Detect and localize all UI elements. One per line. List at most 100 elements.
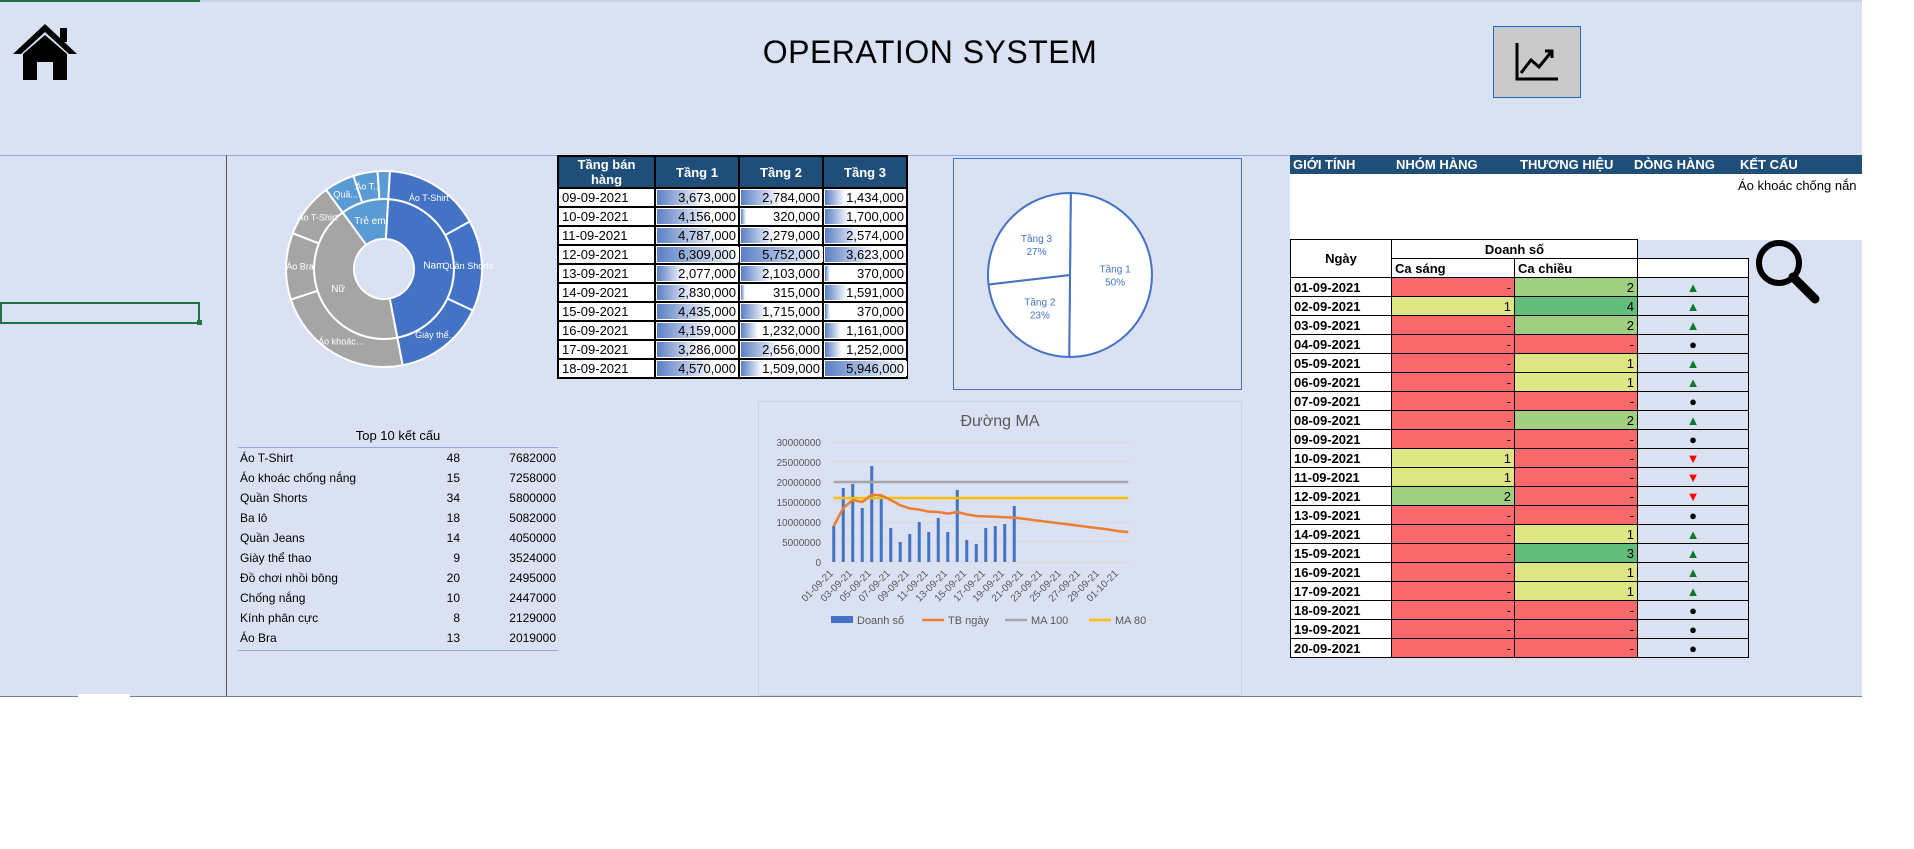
sales-date: 10-09-2021 bbox=[1290, 448, 1392, 468]
floor-date: 14-09-2021 bbox=[557, 282, 656, 303]
legend-label: MA 80 bbox=[1115, 615, 1146, 627]
filter-gender[interactable]: GIỚI TÍNH bbox=[1293, 157, 1355, 172]
bar-doanh-so bbox=[965, 540, 969, 562]
sunburst-label: Giày thể... bbox=[415, 330, 456, 340]
pie-label: Tầng 2 bbox=[1024, 297, 1056, 309]
sales-row: 06-09-2021-1 ▲ bbox=[1290, 372, 1749, 392]
daily-sales-table: Ngày Doanh số Ca sáng Ca chiều 01-09-202… bbox=[1290, 239, 1749, 658]
floor-value-text: 1,232,000 bbox=[762, 323, 820, 338]
floor-value-text: 370,000 bbox=[857, 304, 904, 319]
sales-date: 12-09-2021 bbox=[1290, 486, 1392, 506]
top10-name: Quần Shorts bbox=[240, 491, 308, 505]
data-bar bbox=[825, 190, 845, 205]
filter-structure[interactable]: KẾT CẤU bbox=[1740, 157, 1798, 172]
floor-row: 15-09-2021 4,435,000 1,715,000 370,000 bbox=[557, 301, 908, 322]
bar-doanh-so bbox=[946, 532, 950, 562]
y-tick-label: 20000000 bbox=[777, 478, 822, 489]
bottom-border-gap bbox=[78, 694, 130, 698]
floor-value-text: 5,752,000 bbox=[762, 247, 820, 262]
top10-sales: 5082000 bbox=[509, 511, 556, 525]
page-title: OPERATION SYSTEM bbox=[762, 34, 1098, 70]
floor-value-t3: 1,161,000 bbox=[822, 320, 908, 341]
sales-row: 20-09-2021- - ● bbox=[1290, 638, 1749, 658]
trend-icon: ▲ bbox=[1637, 372, 1749, 392]
top10-row: Giày thể thao 9 3524000 bbox=[238, 548, 558, 568]
trend-icon: ▼ bbox=[1637, 467, 1749, 487]
top10-qty: 20 bbox=[446, 571, 460, 585]
trend-icon: ● bbox=[1637, 505, 1749, 525]
sales-afternoon: 1 bbox=[1514, 353, 1638, 373]
sales-afternoon: 1 bbox=[1514, 562, 1638, 582]
top10-sales: 7682000 bbox=[509, 451, 556, 465]
top10-name: Ba lô bbox=[240, 511, 268, 525]
sales-afternoon: - bbox=[1514, 638, 1638, 658]
chart-line-icon[interactable] bbox=[1493, 26, 1581, 98]
sunburst-label: Áo khoác… bbox=[318, 336, 365, 346]
floor-value-t3: 370,000 bbox=[822, 263, 908, 284]
floor-value-text: 3,673,000 bbox=[678, 190, 736, 205]
home-icon[interactable] bbox=[10, 20, 80, 82]
floor-row: 14-09-2021 2,830,000 315,000 1,591,000 bbox=[557, 282, 908, 303]
floor-pie-chart: Tầng 1 50% Tầng 2 23% Tầng 3 27% bbox=[953, 158, 1242, 390]
sales-afternoon: - bbox=[1514, 391, 1638, 411]
sales-date: 05-09-2021 bbox=[1290, 353, 1392, 373]
sales-morning: - bbox=[1391, 505, 1515, 525]
sales-date: 11-09-2021 bbox=[1290, 467, 1392, 487]
top10-name: Áo T-Shirt bbox=[240, 451, 294, 465]
sales-morning: - bbox=[1391, 429, 1515, 449]
filter-selected-value[interactable]: Áo khoác chống nắn bbox=[1738, 178, 1857, 193]
top10-sales: 4050000 bbox=[509, 531, 556, 545]
bar-doanh-so bbox=[927, 532, 931, 562]
sunburst-label: Quần Shorts bbox=[443, 261, 494, 271]
floor-date: 18-09-2021 bbox=[557, 358, 656, 379]
floor-value-t1: 6,309,000 bbox=[654, 244, 740, 265]
sales-afternoon: 3 bbox=[1514, 543, 1638, 563]
trend-icon: ▲ bbox=[1637, 543, 1749, 563]
filter-group[interactable]: NHÓM HÀNG bbox=[1396, 157, 1478, 172]
top10-qty: 34 bbox=[446, 491, 460, 505]
sales-morning: - bbox=[1391, 372, 1515, 392]
data-bar bbox=[741, 361, 763, 376]
floor-header-t1: Tầng 1 bbox=[654, 155, 740, 189]
filter-brand[interactable]: THƯƠNG HIỆU bbox=[1520, 157, 1613, 172]
sunburst-label: Trẻ em bbox=[354, 216, 385, 227]
legend-label: MA 100 bbox=[1031, 615, 1068, 627]
top10-qty: 8 bbox=[453, 611, 460, 625]
chart-title: Đường MA bbox=[961, 413, 1040, 430]
sales-row: 18-09-2021- - ● bbox=[1290, 600, 1749, 620]
data-bar bbox=[741, 209, 746, 224]
sunburst-label: Áo Bra bbox=[286, 262, 314, 272]
sales-date: 20-09-2021 bbox=[1290, 638, 1392, 658]
selected-cell[interactable] bbox=[0, 302, 200, 324]
bar-doanh-so bbox=[860, 508, 864, 562]
sales-row: 05-09-2021-1 ▲ bbox=[1290, 353, 1749, 373]
floor-date: 16-09-2021 bbox=[557, 320, 656, 341]
floor-value-text: 4,435,000 bbox=[678, 304, 736, 319]
sales-date: 02-09-2021 bbox=[1290, 296, 1392, 316]
sales-morning: - bbox=[1391, 334, 1515, 354]
sales-afternoon: 4 bbox=[1514, 296, 1638, 316]
bar-doanh-so bbox=[917, 522, 921, 562]
filter-line[interactable]: DÒNG HÀNG bbox=[1634, 157, 1715, 172]
fill-handle[interactable] bbox=[197, 320, 202, 325]
floor-value-t1: 2,830,000 bbox=[654, 282, 740, 303]
floor-value-t2: 1,232,000 bbox=[738, 320, 824, 341]
search-icon[interactable] bbox=[1752, 236, 1822, 306]
sales-afternoon: - bbox=[1514, 429, 1638, 449]
sunburst-label: Áo T... bbox=[355, 182, 380, 192]
top10-sales: 2129000 bbox=[509, 611, 556, 625]
sales-morning: - bbox=[1391, 581, 1515, 601]
sales-row: 11-09-2021 1- ▼ bbox=[1290, 467, 1749, 487]
bar-doanh-so bbox=[1012, 506, 1016, 562]
floor-value-text: 6,309,000 bbox=[678, 247, 736, 262]
sales-morning: - bbox=[1391, 410, 1515, 430]
top10-qty: 9 bbox=[453, 551, 460, 565]
bar-doanh-so bbox=[974, 544, 978, 562]
floor-value-text: 4,156,000 bbox=[678, 209, 736, 224]
trend-icon: ▲ bbox=[1637, 524, 1749, 544]
floor-date: 15-09-2021 bbox=[557, 301, 656, 322]
column-header-strip bbox=[0, 0, 1862, 2]
sales-date: 17-09-2021 bbox=[1290, 581, 1392, 601]
bar-doanh-so bbox=[889, 528, 893, 562]
sales-date: 09-09-2021 bbox=[1290, 429, 1392, 449]
